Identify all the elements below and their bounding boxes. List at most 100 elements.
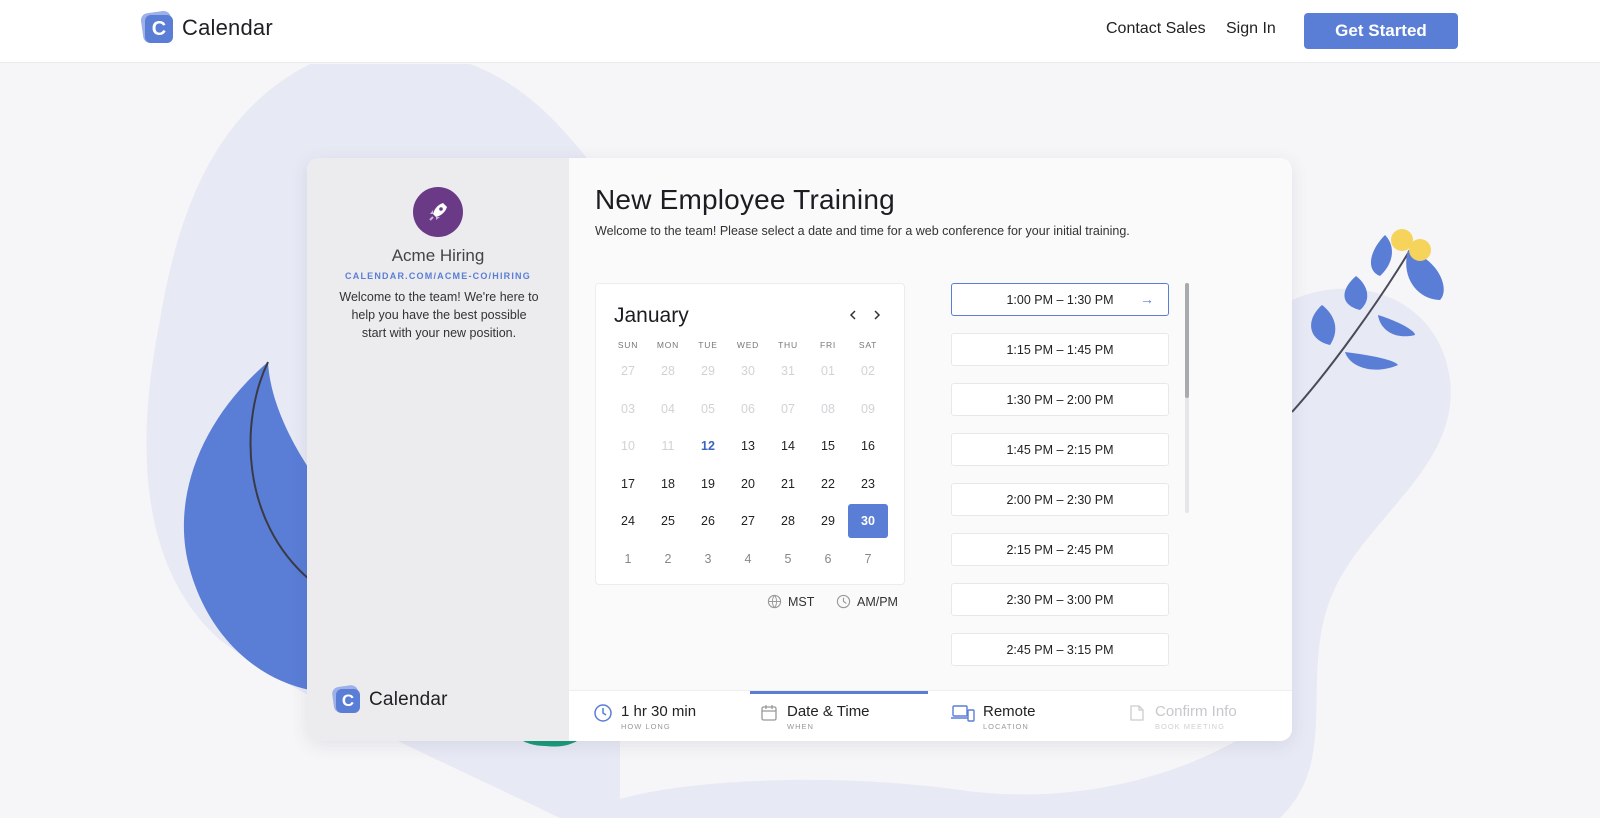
calendar-day[interactable]: 28 <box>768 504 808 538</box>
time-slot-scrollbar[interactable] <box>1185 283 1189 513</box>
calendar-day[interactable]: 4 <box>728 542 768 576</box>
calendar-day[interactable]: 27 <box>728 504 768 538</box>
calendar-day[interactable]: 12 <box>688 429 728 463</box>
calendar-day[interactable]: 17 <box>608 467 648 501</box>
time-slot-button[interactable]: 2:30 PM – 3:00 PM <box>951 583 1169 616</box>
organizer-panel: Acme Hiring CALENDAR.COM/ACME-CO/HIRING … <box>307 158 569 741</box>
calendar-day[interactable]: 7 <box>848 542 888 576</box>
step-duration[interactable]: 1 hr 30 min HOW LONG <box>593 691 696 741</box>
time-slot-list: 1:00 PM – 1:30 PM → 1:15 PM – 1:45 PM 1:30 … <box>951 283 1169 678</box>
weekday-label: SAT <box>858 340 878 350</box>
weekday-label: SUN <box>617 340 639 350</box>
time-slot-label: 2:30 PM – 3:00 PM <box>1006 592 1114 607</box>
calendar-day: 02 <box>861 364 875 378</box>
weekday-label: WED <box>736 340 760 350</box>
calendar-day: 08 <box>821 401 835 416</box>
footer-brand-name: Calendar <box>369 689 448 710</box>
time-format-label: AM/PM <box>857 594 898 609</box>
calendar-day[interactable]: 18 <box>648 467 688 501</box>
time-slot-button[interactable]: 2:15 PM – 2:45 PM <box>951 533 1169 566</box>
weekday-label: THU <box>778 340 798 350</box>
chevron-right-icon <box>874 310 881 320</box>
date-picker: January SUN MON TUE WED THU FRI SAT 27 28 29 30 31… <box>595 283 905 585</box>
calendar-day[interactable]: 13 <box>728 429 768 463</box>
calendar-week-row: 27 28 29 30 31 01 02 <box>608 354 894 392</box>
calendar-day[interactable]: 23 <box>848 467 888 501</box>
calendar-day[interactable]: 2 <box>648 542 688 576</box>
timezone-label: MST <box>788 594 815 609</box>
time-slot-button[interactable]: 2:45 PM – 3:15 PM <box>951 633 1169 666</box>
clock-icon <box>836 594 851 609</box>
calendar-day[interactable]: 19 <box>688 467 728 501</box>
step-sublabel: BOOK MEETING <box>1155 722 1225 731</box>
event-subtitle: Welcome to the team! Please select a dat… <box>595 224 1130 238</box>
organizer-url[interactable]: CALENDAR.COM/ACME-CO/HIRING <box>307 271 569 281</box>
calendar-day[interactable]: 21 <box>768 467 808 501</box>
calendar-day[interactable]: 1 <box>608 542 648 576</box>
organizer-name: Acme Hiring <box>391 246 485 265</box>
time-slot-button[interactable]: 1:45 PM – 2:15 PM <box>951 433 1169 466</box>
event-title: New Employee Training <box>595 184 895 215</box>
calendar-day[interactable]: 6 <box>808 542 848 576</box>
booking-steps: 1 hr 30 min HOW LONG Date & Time WHEN Remo… <box>569 690 1292 741</box>
devices-icon <box>951 705 975 722</box>
step-location[interactable]: Remote LOCATION <box>951 691 1036 741</box>
step-label: Date & Time <box>787 703 870 720</box>
calendar-day[interactable]: 20 <box>728 467 768 501</box>
calendar-day[interactable]: 15 <box>808 429 848 463</box>
day-grid: 27 28 29 30 31 01 02 03 04 05 06 07 08 09 10 11 12 13 14 15… <box>608 354 894 579</box>
calendar-day[interactable]: 5 <box>768 542 808 576</box>
footer-brand-logo[interactable]: C Calendar <box>331 684 448 714</box>
time-slot-label: 2:45 PM – 3:15 PM <box>1006 642 1114 657</box>
brand-logo[interactable]: C Calendar <box>140 10 273 44</box>
calendar-week-row: 17 18 19 20 21 22 23 <box>608 467 894 505</box>
time-slot-button[interactable]: 1:00 PM – 1:30 PM → <box>951 283 1169 316</box>
calendar-day[interactable]: 25 <box>648 504 688 538</box>
calendar-day[interactable]: 30 <box>848 504 888 538</box>
time-slot-button[interactable]: 1:30 PM – 2:00 PM <box>951 383 1169 416</box>
previous-month-button[interactable] <box>844 306 862 324</box>
get-started-button[interactable]: Get Started <box>1304 13 1458 49</box>
top-navigation-bar: C Calendar Contact Sales Sign In Get Sta… <box>0 0 1600 63</box>
booking-card: Acme Hiring CALENDAR.COM/ACME-CO/HIRING … <box>307 158 1292 741</box>
calendar-day: 30 <box>741 364 755 378</box>
time-format-selector[interactable]: AM/PM <box>836 594 898 609</box>
sign-in-link[interactable]: Sign In <box>1226 20 1276 38</box>
chevron-left-icon <box>849 310 856 320</box>
calendar-day: 09 <box>861 401 875 416</box>
calendar-day[interactable]: 16 <box>848 429 888 463</box>
calendar-day[interactable]: 22 <box>808 467 848 501</box>
scrollbar-thumb[interactable] <box>1185 283 1189 398</box>
globe-icon <box>767 594 782 609</box>
calendar-day[interactable]: 29 <box>808 504 848 538</box>
contact-sales-link[interactable]: Contact Sales <box>1106 20 1206 38</box>
calendar-day[interactable]: 24 <box>608 504 648 538</box>
calendar-week-row: 10 11 12 13 14 15 16 <box>608 429 894 467</box>
time-slot-label: 1:45 PM – 2:15 PM <box>1006 442 1114 457</box>
step-confirm[interactable]: Confirm Info BOOK MEETING <box>1127 691 1237 741</box>
step-sublabel: HOW LONG <box>621 722 671 731</box>
calendar-day[interactable]: 3 <box>688 542 728 576</box>
timezone-selector[interactable]: MST <box>767 594 814 609</box>
time-slot-label: 2:15 PM – 2:45 PM <box>1006 542 1114 557</box>
calendar-day[interactable]: 14 <box>768 429 808 463</box>
calendar-day: 07 <box>781 401 795 416</box>
calendar-day: 11 <box>661 439 675 453</box>
organizer-avatar <box>413 187 463 237</box>
calendar-day: 05 <box>701 401 715 416</box>
step-sublabel: LOCATION <box>983 722 1029 731</box>
next-month-button[interactable] <box>868 306 886 324</box>
time-slot-label: 1:15 PM – 1:45 PM <box>1006 342 1114 357</box>
weekday-header: SUN MON TUE WED THU FRI SAT <box>608 340 894 350</box>
month-label: January <box>614 304 689 327</box>
calendar-logo-icon: C <box>140 10 174 44</box>
calendar-day[interactable]: 26 <box>688 504 728 538</box>
step-label: Confirm Info <box>1155 703 1237 720</box>
step-label: Remote <box>983 703 1036 720</box>
brand-name: Calendar <box>182 15 273 40</box>
time-slot-button[interactable]: 1:15 PM – 1:45 PM <box>951 333 1169 366</box>
organizer-description: Welcome to the team! We're here to help … <box>339 290 539 340</box>
time-slot-button[interactable]: 2:00 PM – 2:30 PM <box>951 483 1169 516</box>
step-date-time[interactable]: Date & Time WHEN <box>759 691 870 741</box>
time-slot-label: 1:00 PM – 1:30 PM <box>1006 292 1114 307</box>
